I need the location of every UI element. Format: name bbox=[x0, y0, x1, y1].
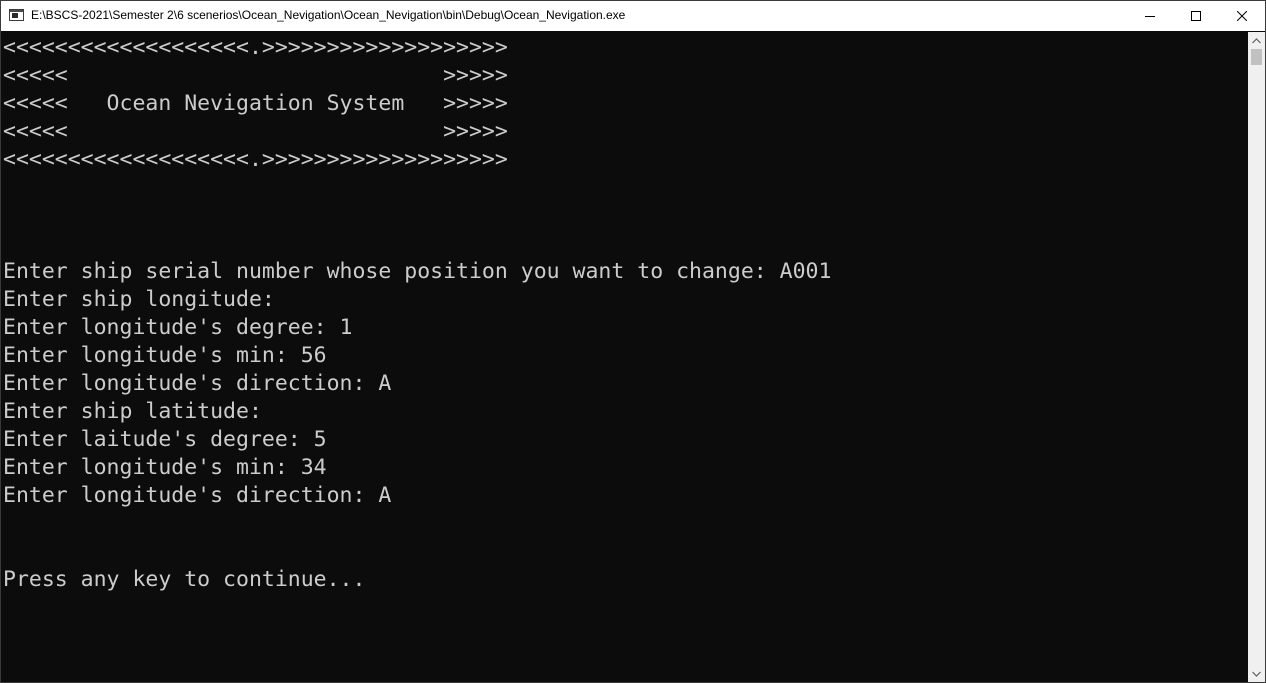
title-bar[interactable]: E:\BSCS-2021\Semester 2\6 scenerios\Ocea… bbox=[1, 1, 1265, 31]
console-line: Enter ship longitude: bbox=[3, 287, 275, 312]
console-line: Enter longitude's direction: A bbox=[3, 483, 392, 508]
minimize-button[interactable] bbox=[1127, 1, 1173, 31]
vertical-scrollbar[interactable] bbox=[1248, 32, 1265, 682]
console-line: Enter ship latitude: bbox=[3, 399, 262, 424]
console-line: <<<<<<<<<<<<<<<<<<<.>>>>>>>>>>>>>>>>>>> bbox=[3, 147, 508, 172]
console-window: E:\BSCS-2021\Semester 2\6 scenerios\Ocea… bbox=[0, 0, 1266, 683]
console-line: Enter laitude's degree: 5 bbox=[3, 427, 327, 452]
scroll-up-arrow-icon bbox=[1252, 37, 1261, 43]
scroll-up-button[interactable] bbox=[1248, 32, 1265, 49]
scroll-thumb[interactable] bbox=[1251, 49, 1262, 65]
console-app-icon[interactable] bbox=[9, 9, 24, 21]
close-button[interactable] bbox=[1219, 1, 1265, 31]
maximize-button[interactable] bbox=[1173, 1, 1219, 31]
console-output[interactable]: <<<<<<<<<<<<<<<<<<<.>>>>>>>>>>>>>>>>>>> … bbox=[1, 32, 1247, 682]
console-line: Enter longitude's direction: A bbox=[3, 371, 392, 396]
scroll-down-button[interactable] bbox=[1248, 665, 1265, 682]
window-title: E:\BSCS-2021\Semester 2\6 scenerios\Ocea… bbox=[31, 8, 626, 22]
console-line: Enter longitude's min: 34 bbox=[3, 455, 327, 480]
console-line: <<<<< >>>>> bbox=[3, 63, 508, 88]
console-line: Press any key to continue... bbox=[3, 567, 366, 592]
console-line: Enter ship serial number whose position … bbox=[3, 259, 832, 284]
close-icon bbox=[1237, 11, 1247, 21]
console-line: Enter longitude's min: 56 bbox=[3, 343, 327, 368]
console-line: <<<<< >>>>> bbox=[3, 119, 508, 144]
scroll-down-arrow-icon bbox=[1252, 671, 1261, 677]
console-line: Enter longitude's degree: 1 bbox=[3, 315, 353, 340]
minimize-icon bbox=[1145, 16, 1155, 17]
console-line: <<<<<<<<<<<<<<<<<<<.>>>>>>>>>>>>>>>>>>> bbox=[3, 35, 508, 60]
console-line: <<<<< Ocean Nevigation System >>>>> bbox=[3, 91, 508, 116]
maximize-icon bbox=[1191, 11, 1201, 21]
